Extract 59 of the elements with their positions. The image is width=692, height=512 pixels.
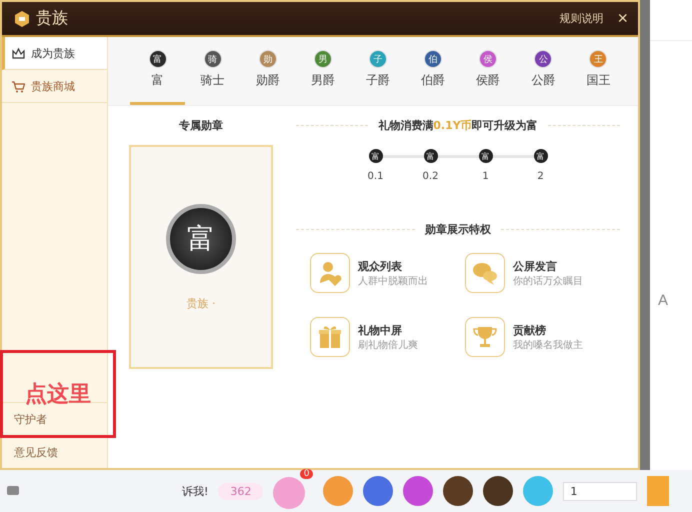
gift-icon [310,317,350,357]
rank-badge: 男 [314,50,332,68]
notification-badge: 0 [300,469,314,479]
rank-badge: 王 [589,50,608,68]
window-title: 贵族 [36,8,69,29]
medal-emblem: 富 [166,204,236,274]
gift-button[interactable] [443,476,474,506]
rank-badge: 侯 [479,50,498,68]
sidebar-item[interactable]: 意见反馈 [2,435,107,468]
rank-badge: 富 [148,50,167,68]
privilege-description: 你的话万众瞩目 [513,274,583,288]
rank-badge: 富 [534,149,548,163]
rank-badge: 富 [368,149,382,163]
privilege-title: 观众列表 [358,258,403,274]
rank-tab[interactable]: 骑 骑士 [185,37,240,105]
rank-tab[interactable]: 勋 勋爵 [240,37,296,105]
rank-badge: 伯 [424,50,442,68]
privilege-title: 公屏发言 [513,258,558,274]
rank-badge: 勋 [258,50,277,68]
rank-tab[interactable]: 富 富 [130,37,186,105]
font-button[interactable]: A [650,291,692,310]
shield-icon [14,10,30,26]
close-button[interactable]: × [617,8,628,29]
rank-tab[interactable]: 公 公爵 [516,37,571,105]
privilege-title: 贡献榜 [513,322,547,338]
rank-badge: 公 [534,50,552,68]
privilege-description: 我的嗓名我做主 [513,338,583,352]
message-text: 诉我! [182,484,208,498]
step-value: 0.1 [368,171,384,182]
trophy-icon [465,317,505,357]
cart-icon [12,80,25,92]
gift-button[interactable] [483,476,514,506]
privilege-description: 刷礼物倍儿爽 [358,338,418,352]
step-value: 2 [537,171,544,182]
rank-tab[interactable]: 王 国王 [570,37,626,105]
sidebar-item[interactable]: 贵族商城 [2,70,107,103]
rank-badge: 富 [478,149,492,163]
privilege-title: 礼物中屏 [358,322,403,338]
rules-link[interactable]: 规则说明 [559,11,604,26]
rank-tab[interactable]: 侯 侯爵 [460,37,516,105]
crown-icon [12,46,25,60]
step-value: 0.2 [422,171,438,182]
section-heading: 专属勋章 [179,118,223,133]
rank-badge: 富 [424,149,438,163]
medal-caption: 贵族 · [186,296,216,310]
rank-tab[interactable]: 男 男爵 [295,37,350,105]
rank-tab[interactable]: 伯 伯爵 [406,37,461,105]
send-button[interactable] [647,476,670,506]
rank-tab[interactable]: 子 子爵 [350,37,406,105]
quantity-field[interactable]: 1 [563,482,638,500]
section-heading: 礼物消费满0.1Y币即可升级为富 [378,118,538,133]
rank-badge: 子 [368,50,387,68]
sidebar-item[interactable]: 成为贵族 [2,37,107,70]
section-heading: 勋章展示特权 [425,222,491,237]
privilege-description: 人群中脱颖而出 [358,274,428,288]
people-icon [310,253,350,293]
step-value: 1 [482,171,489,182]
rank-badge: 骑 [204,50,222,68]
like-counter: 362 [218,482,264,500]
